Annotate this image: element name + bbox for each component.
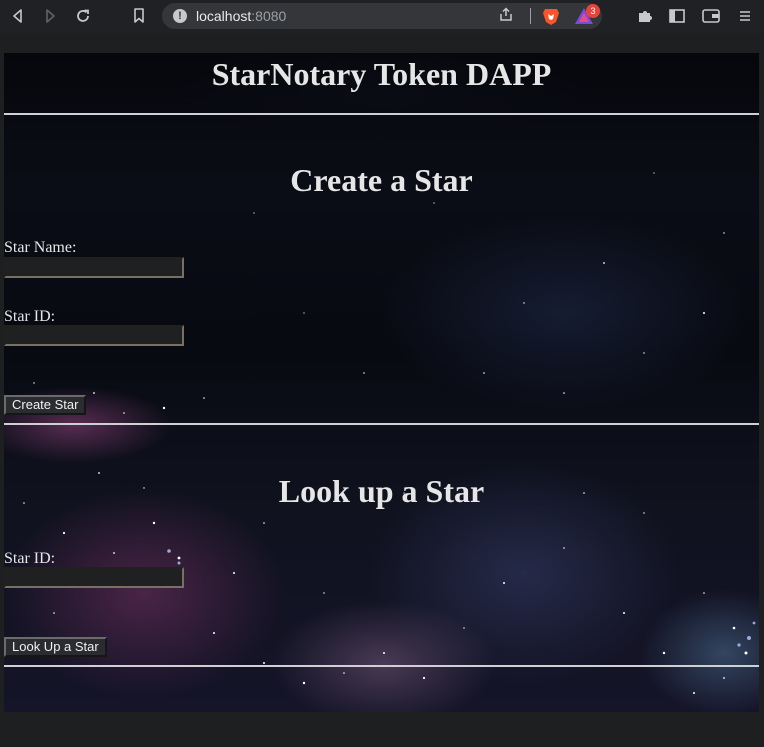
address-bar[interactable]: ! localhost:8080 3 — [162, 3, 602, 29]
browser-toolbar: ! localhost:8080 3 — [0, 0, 764, 33]
create-star-button[interactable]: Create Star — [4, 395, 87, 415]
bookmark-icon[interactable] — [127, 5, 151, 27]
brave-shields-icon[interactable] — [541, 6, 561, 26]
menu-icon[interactable] — [733, 5, 757, 27]
page-viewport: StarNotary Token DAPP Create a Star Star… — [4, 53, 759, 712]
create-star-id-input[interactable] — [4, 325, 184, 346]
lookup-star-button[interactable]: Look Up a Star — [4, 637, 107, 657]
reload-icon[interactable] — [71, 5, 95, 27]
create-star-id-label: Star ID: — [4, 308, 56, 325]
starfield-background — [23, 172, 756, 694]
star-name-input[interactable] — [4, 257, 184, 278]
lookup-star-title: Look up a Star — [278, 473, 485, 509]
create-star-title: Create a Star — [290, 162, 473, 198]
create-section-divider — [4, 423, 759, 425]
star-name-label: Star Name: — [4, 239, 77, 256]
lookup-star-id-input[interactable] — [4, 567, 184, 588]
omnibox-divider — [530, 8, 531, 24]
app-title: StarNotary Token DAPP — [211, 56, 552, 92]
lookup-section-divider — [4, 665, 759, 667]
extensions-icon[interactable] — [633, 5, 657, 27]
lookup-star-id-label: Star ID: — [4, 550, 56, 567]
url-text[interactable]: localhost:8080 — [196, 8, 286, 24]
header-divider — [4, 113, 759, 115]
back-icon[interactable] — [6, 5, 30, 27]
rewards-badge: 3 — [586, 4, 600, 18]
sidebar-icon[interactable] — [665, 5, 689, 27]
site-info-icon[interactable]: ! — [173, 9, 187, 23]
share-icon[interactable] — [496, 6, 516, 26]
wallet-icon[interactable] — [699, 5, 723, 27]
forward-icon[interactable] — [38, 5, 62, 27]
